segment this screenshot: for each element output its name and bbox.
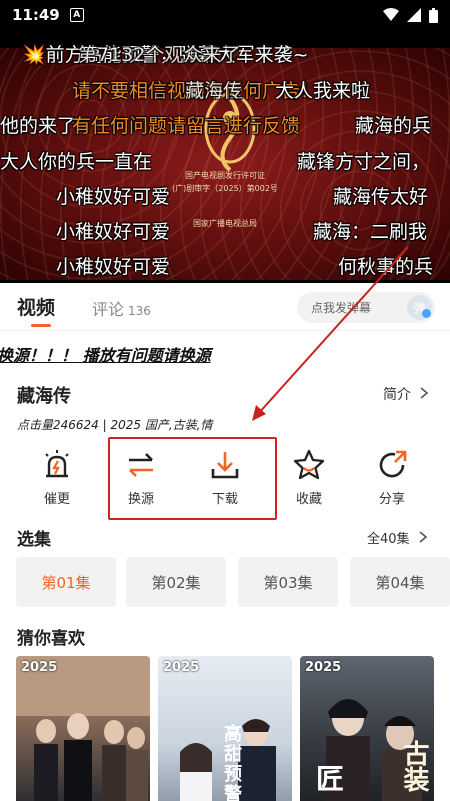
danmaku-4: 大人我来啦 <box>275 80 371 102</box>
danmaku-14: 小稚奴好可爱 <box>56 256 171 278</box>
status-time: 11:49 <box>12 6 60 24</box>
episode-chip[interactable]: 第01集 <box>16 557 116 607</box>
show-title: 藏海传 <box>17 386 71 407</box>
show-meta: 点击量246624 | 2025 国产,古装,情 <box>17 418 213 432</box>
danmaku-9: 藏锋方寸之间， <box>297 151 431 173</box>
comment-count: 136 <box>128 304 151 318</box>
danmaku-12: 小稚奴好可爱 <box>56 221 171 243</box>
episodes-title: 选集 <box>17 530 51 550</box>
share-icon <box>379 450 407 478</box>
remind-update-label: 催更 <box>43 492 70 507</box>
card-overlay-text: 匠 <box>312 764 345 792</box>
chevron-right-icon <box>420 387 429 399</box>
alarm-icon <box>45 450 69 478</box>
battery-icon <box>429 7 438 23</box>
share-label: 分享 <box>378 492 405 507</box>
source-notice[interactable]: 换源！！！ 播放有问题请换源 <box>0 342 211 366</box>
danmaku-toggle[interactable]: 弹 <box>407 295 432 320</box>
recommend-card[interactable]: 2025 <box>16 656 150 801</box>
status-bar: 11:49 A <box>0 0 450 30</box>
star-icon <box>293 449 325 480</box>
danmaku-7: 藏海的兵 <box>355 115 432 137</box>
danmaku-11: 藏海传太好 <box>333 186 429 208</box>
danmaku-6: 有任何问题请留言进行反馈 <box>72 115 301 137</box>
danmaku-13: 藏海：二刷我 <box>313 221 428 243</box>
danmaku-input[interactable]: 点我发弹幕 弹 <box>297 292 435 323</box>
signal-icon <box>407 8 421 22</box>
card-overlay-text: 高甜预警 <box>221 724 242 801</box>
favorite-label: 收藏 <box>295 492 322 507</box>
card-year: 2025 <box>163 660 200 675</box>
danmaku-10: 小稚奴好可爱 <box>56 186 171 208</box>
card-year: 2025 <box>305 660 342 675</box>
episode-chip[interactable]: 第03集 <box>238 557 338 607</box>
tab-active-indicator <box>31 324 51 327</box>
share-button[interactable]: 分享 <box>352 446 432 516</box>
card-overlay-text: 古装 <box>399 740 429 792</box>
danmaku-toggle-dot-icon <box>422 309 431 318</box>
highlight-box <box>108 437 277 520</box>
episode-chip[interactable]: 第02集 <box>126 557 226 607</box>
favorite-button[interactable]: 收藏 <box>269 446 349 516</box>
card-year: 2025 <box>21 660 58 675</box>
app-root: 11:49 A 国产电视剧发行许可证 (广)剧审字（2025）第002号 国家广… <box>0 0 450 801</box>
danmaku-input-placeholder: 点我发弹幕 <box>311 301 372 315</box>
tab-comment[interactable]: 评论 136 <box>92 296 151 320</box>
danmaku-3: 藏海传 <box>185 80 243 102</box>
episode-chip[interactable]: 第04集 <box>350 557 450 607</box>
recommend-card[interactable]: 2025 高甜预警 <box>158 656 292 801</box>
danmaku-8: 大人你的兵一直在 <box>0 151 153 173</box>
wifi-icon <box>383 8 399 21</box>
intro-link[interactable]: 简介 <box>383 384 429 404</box>
notification-icon: A <box>69 8 84 22</box>
remind-update-button[interactable]: 催更 <box>17 446 97 516</box>
danmaku-15: 何秋事的兵 <box>338 256 434 278</box>
chevron-right-icon <box>419 531 427 543</box>
poster-art <box>16 656 150 801</box>
danmaku-5: 他的来了 <box>0 115 77 137</box>
video-player[interactable]: 国产电视剧发行许可证 (广)剧审字（2025）第002号 国家广播电视总局 💥前… <box>0 30 450 283</box>
episodes-all-link[interactable]: 全40集 <box>367 528 428 547</box>
tab-video[interactable]: 视频 <box>17 293 55 320</box>
content-tabs: 视频 评论 136 点我发弹幕 弹 <box>0 283 450 331</box>
recommend-title: 猜你喜欢 <box>17 629 85 649</box>
recommend-card[interactable]: 2025 匠 古装 <box>300 656 434 801</box>
danmaku-1: 第7132个观众来了 <box>78 44 241 66</box>
